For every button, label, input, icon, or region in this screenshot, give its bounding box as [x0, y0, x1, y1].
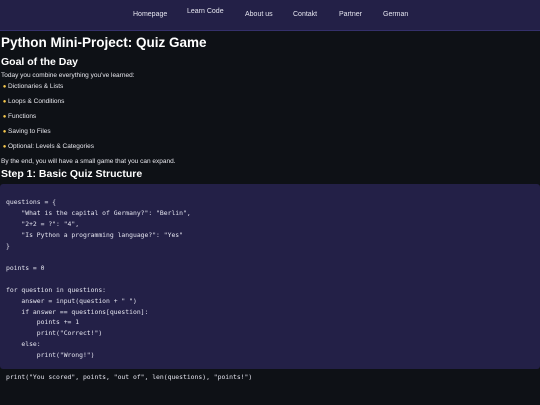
code-content: questions = { "What is the capital of Ge… [6, 197, 534, 383]
goal-label: Loops & Conditions [8, 98, 65, 105]
goal-item: ● Loops & Conditions [1, 94, 540, 109]
code-line: questions = { [6, 198, 57, 206]
lightbulb-icon: ● [2, 84, 7, 90]
page-title: Python Mini-Project: Quiz Game [1, 35, 207, 50]
intro-text: Today you combine everything you've lear… [1, 72, 135, 79]
goal-item: ● Saving to Files [1, 124, 540, 139]
main-content: Python Mini-Project: Quiz Game Goal of t… [0, 31, 540, 381]
code-line: } [6, 241, 10, 250]
code-line: print("Wrong!") [6, 351, 95, 360]
nav-about-us[interactable]: About us [245, 11, 273, 18]
nav-partner[interactable]: Partner [339, 11, 362, 18]
lightbulb-icon: ● [2, 129, 7, 135]
goal-label: Saving to Files [8, 128, 51, 135]
goal-label: Functions [8, 113, 37, 120]
code-block: questions = { "What is the capital of Ge… [0, 184, 540, 381]
top-navbar: Homepage Learn Code About us Contakt Par… [0, 0, 540, 31]
step1-heading: Step 1: Basic Quiz Structure [1, 168, 143, 180]
goals-list: ● Dictionaries & Lists ● Loops & Condition… [0, 79, 540, 154]
lightbulb-icon: ● [2, 99, 7, 105]
code-line: points += 1 [6, 318, 80, 327]
goal-item: ● Functions [1, 109, 540, 124]
goal-heading: Goal of the Day [1, 56, 79, 68]
code-line: for question in questions: [6, 285, 107, 294]
goal-item: ● Dictionaries & Lists [1, 79, 540, 94]
nav-homepage[interactable]: Homepage [133, 11, 167, 18]
goal-label: Optional: Levels & Categories [8, 143, 94, 150]
goal-item: ● Optional: Levels & Categories [1, 139, 540, 154]
nav-german[interactable]: German [383, 11, 408, 18]
nav-learn-code[interactable]: Learn Code [187, 8, 224, 15]
code-line: "2+2 = ?": "4", [6, 219, 80, 228]
lightbulb-icon: ● [2, 144, 7, 150]
code-line: points = 0 [6, 263, 45, 272]
code-line: "What is the capital of Germany?": "Berl… [6, 208, 191, 217]
code-line: "Is Python a programming language?": "Ye… [6, 230, 183, 239]
code-line: else: [6, 340, 41, 349]
code-line: print("You scored", points, "out of", le… [6, 373, 253, 382]
code-line: if answer == questions[question]: [6, 307, 149, 316]
code-line: answer = input(question + " ") [6, 296, 137, 305]
outro-text: By the end, you will have a small game t… [1, 158, 176, 165]
nav-contakt[interactable]: Contakt [293, 11, 317, 18]
lightbulb-icon: ● [2, 114, 7, 120]
goal-label: Dictionaries & Lists [8, 83, 64, 90]
code-line: print("Correct!") [6, 329, 103, 338]
